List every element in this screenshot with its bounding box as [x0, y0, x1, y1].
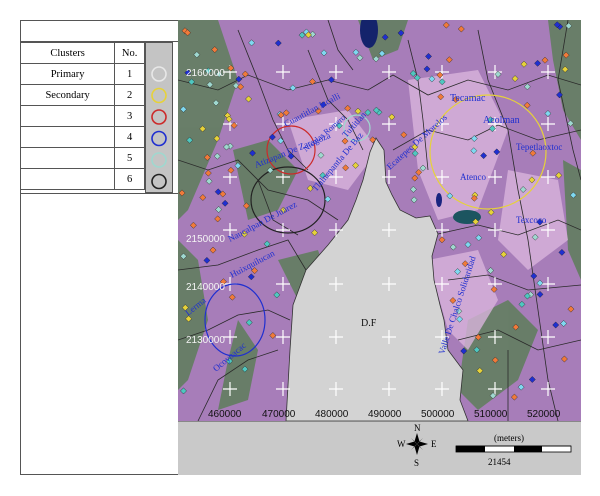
legend-cluster-number: 1	[114, 63, 145, 85]
scale-value: 21454	[488, 457, 511, 467]
legend-row: 6	[19, 168, 145, 190]
legend-symbol	[151, 130, 167, 147]
place-name: Tepetlaoxtoc	[516, 142, 562, 152]
compass-west: W	[397, 439, 406, 449]
legend-cluster-name: Secondary	[19, 84, 116, 106]
legend-cluster-name: Primary	[19, 63, 116, 85]
easting-label: 480000	[315, 409, 349, 420]
map-footer: N S W E (meters) 21454	[178, 421, 581, 475]
northing-label: 2130000	[186, 335, 225, 346]
easting-label: 510000	[474, 409, 508, 420]
legend-cluster-name	[19, 147, 116, 169]
place-name: Acolman	[483, 115, 520, 126]
legend-table: Clusters No. Primary 1 Secondary 2 3 4 5…	[19, 42, 145, 190]
legend-row: Primary 1	[19, 63, 145, 85]
northing-label: 2150000	[186, 234, 225, 245]
legend-cluster-number: 6	[114, 168, 145, 190]
legend-symbols	[151, 66, 167, 190]
northing-label: 2140000	[186, 282, 225, 293]
satellite-map: Tecamac Acolman Tepetlaoxtoc Atenco Texc…	[178, 20, 581, 421]
footer-graphics: N S W E (meters) 21454	[397, 423, 572, 468]
place-name: Texcoco	[516, 215, 547, 225]
legend-cluster-number: 2	[114, 84, 145, 106]
legend-symbol	[151, 87, 167, 104]
northing-label: 2160000	[186, 68, 225, 79]
legend-cluster-number: 3	[114, 105, 145, 127]
legend-header-no: No.	[114, 42, 145, 64]
legend-symbol	[151, 152, 167, 168]
legend-symbol	[151, 173, 167, 190]
easting-label: 500000	[421, 409, 455, 420]
legend-row: Secondary 2	[19, 84, 145, 106]
legend-cluster-name	[19, 168, 116, 190]
legend-divider	[20, 193, 178, 194]
legend-symbol	[151, 66, 167, 82]
easting-label: 520000	[527, 409, 561, 420]
legend-header-row: Clusters No.	[19, 42, 145, 64]
legend-cluster-number: 4	[114, 126, 145, 148]
df-label: D.F	[361, 318, 377, 329]
legend-symbol	[151, 109, 167, 125]
legend-row: 4	[19, 126, 145, 148]
legend-header-clusters: Clusters	[19, 42, 116, 64]
scale-bar	[455, 445, 572, 453]
legend-cluster-name	[19, 126, 116, 148]
compass-south: S	[414, 458, 419, 468]
compass-icon	[406, 433, 428, 455]
legend-symbol-strip	[145, 42, 173, 193]
easting-label: 470000	[262, 409, 296, 420]
easting-label: 490000	[368, 409, 402, 420]
water-body	[436, 193, 442, 207]
legend-row: 3	[19, 105, 145, 127]
easting-label: 460000	[208, 409, 242, 420]
place-name: Atenco	[460, 172, 486, 182]
legend-cluster-number: 5	[114, 147, 145, 169]
legend-header-spacer	[20, 20, 178, 42]
scale-unit: (meters)	[494, 433, 524, 443]
legend-row: 5	[19, 147, 145, 169]
compass-north: N	[414, 423, 421, 433]
compass-east: E	[431, 439, 437, 449]
legend-cluster-name	[19, 105, 116, 127]
place-name: Tecamac	[450, 93, 486, 104]
